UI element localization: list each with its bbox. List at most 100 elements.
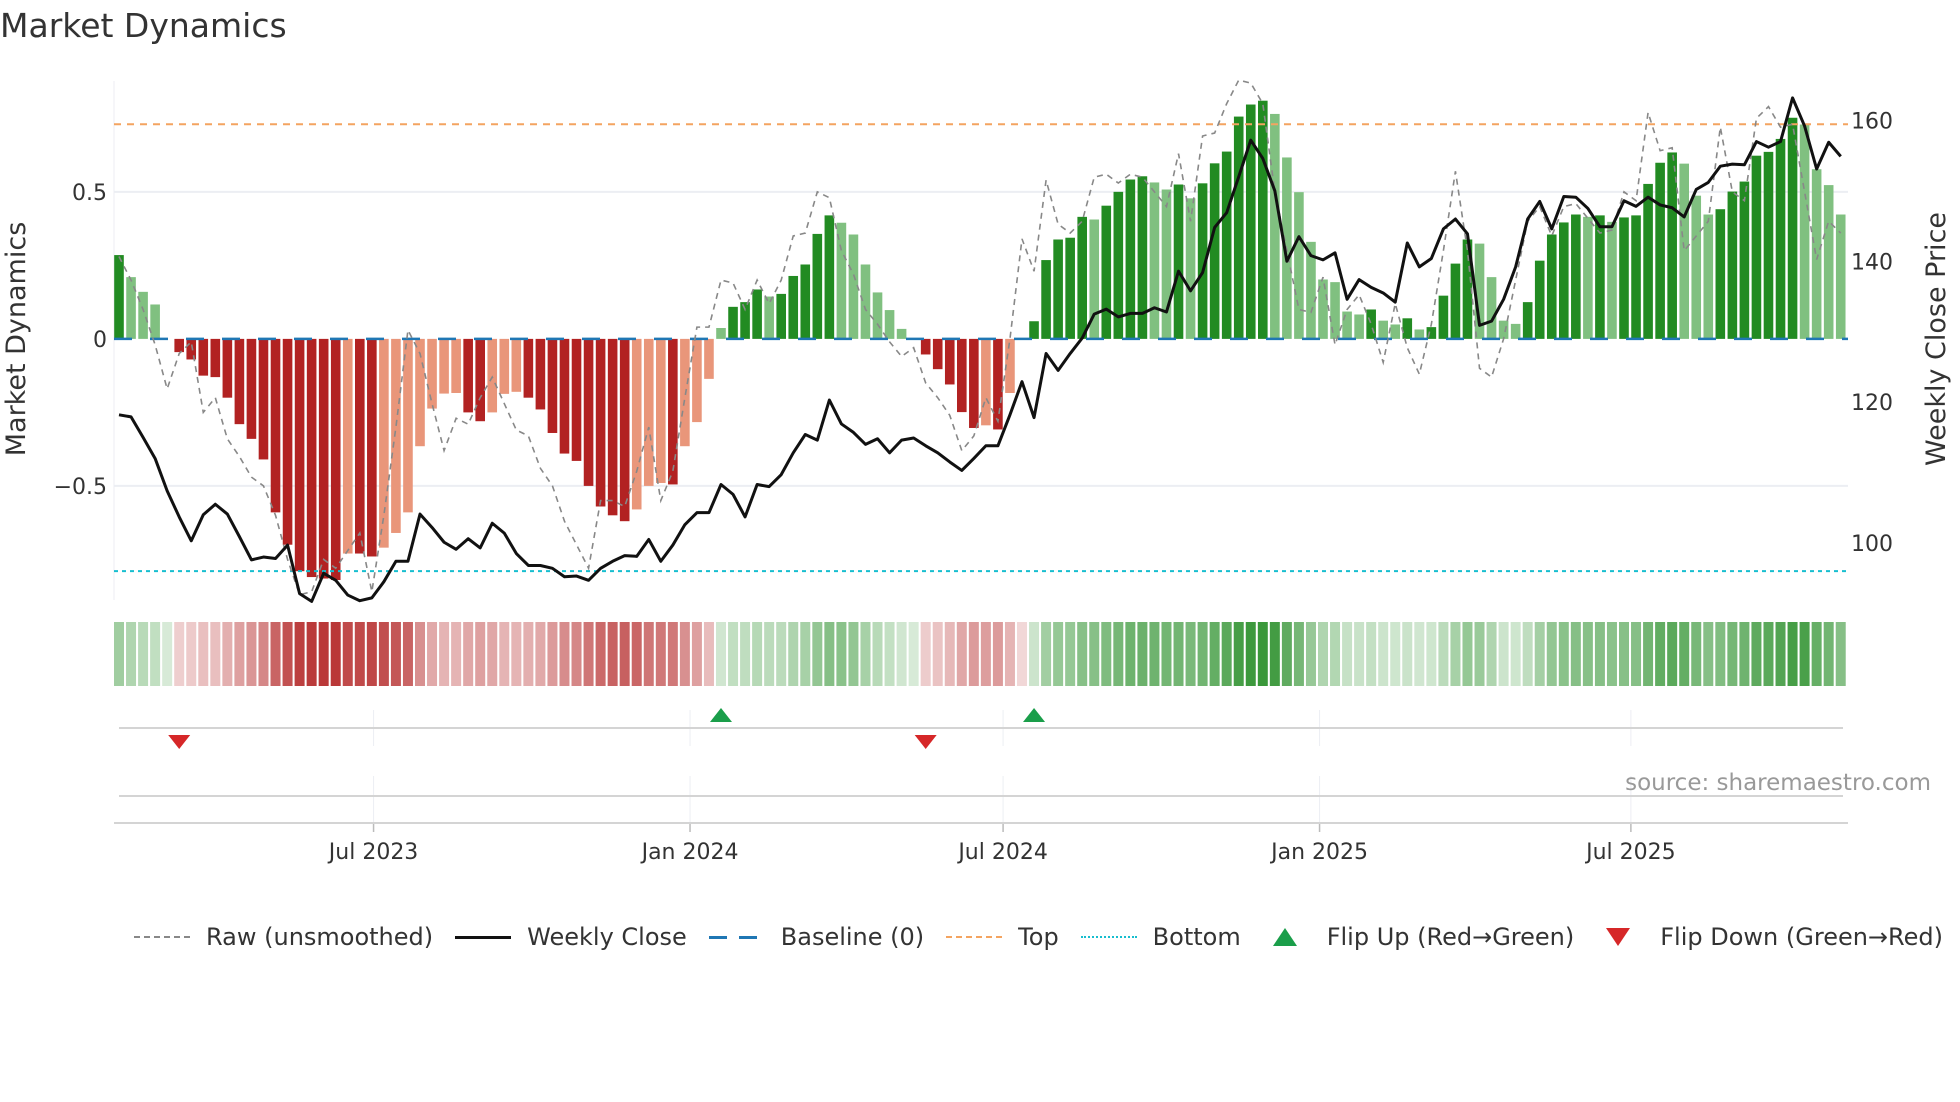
heat-strip-cell [1390, 622, 1401, 686]
dynamics-bar [114, 255, 124, 339]
heat-strip-cell [1233, 622, 1244, 686]
y2-axis-label: Weekly Close Price [1921, 212, 1952, 466]
heat-strip-cell [1570, 622, 1581, 686]
dynamics-bar [342, 338, 353, 554]
dynamics-bar [1546, 234, 1557, 339]
heat-strip-cell [571, 622, 582, 686]
heat-strip-cell [607, 622, 618, 686]
heat-strip-cell [1546, 622, 1557, 686]
dynamics-bar [1751, 155, 1762, 339]
x-tick-label: Jan 2025 [1269, 840, 1368, 865]
heat-strip-cell [1426, 622, 1437, 686]
heat-strip-cell [1498, 622, 1509, 686]
dynamics-bar [1149, 182, 1160, 339]
heat-strip-cell [1125, 622, 1136, 686]
heat-strip-cell [956, 622, 967, 686]
dynamics-bar [1787, 117, 1798, 339]
dynamics-bar [1065, 237, 1075, 339]
dynamics-bar [391, 338, 401, 533]
legend-flip-down[interactable]: Flip Down (Green→Red) [1596, 923, 1943, 951]
legend-baseline-label: Baseline (0) [780, 923, 925, 951]
dynamics-bar [944, 338, 955, 385]
dynamics-bar [1342, 311, 1352, 339]
heat-strip-cell [1582, 622, 1593, 686]
heat-strip-cell [643, 622, 654, 686]
heat-strip-cell [1017, 622, 1027, 686]
heat-strip-cell [1161, 622, 1172, 686]
triangle-down-icon [1606, 928, 1631, 946]
heat-strip-cell [1149, 622, 1160, 686]
heat-strip-cell [1137, 622, 1148, 686]
dynamics-bar [776, 293, 786, 339]
heat-strip-cell [1655, 622, 1666, 686]
heat-strip-cell [631, 622, 642, 686]
y-tick-label: 0.5 [72, 181, 107, 206]
heat-strip-cell [1173, 622, 1184, 686]
heat-strip-cell [1679, 622, 1690, 686]
heat-strip-cell [1727, 622, 1738, 686]
dynamics-bar [355, 338, 365, 554]
heat-strip-cell [1450, 622, 1461, 686]
heat-strip-cell [788, 622, 799, 686]
heat-strip-cell [884, 622, 895, 686]
y2-tick-label: 100 [1851, 532, 1893, 557]
flip-up-marker [1023, 708, 1046, 722]
dynamics-bar [1643, 183, 1653, 339]
legend-raw[interactable]: Raw (unsmoothed) [134, 923, 433, 951]
dynamics-bar [463, 338, 473, 413]
heat-strip-cell [1510, 622, 1521, 686]
dynamics-bar [1173, 184, 1184, 339]
dynamics-bar [836, 222, 847, 339]
heat-strip-cell [439, 622, 450, 686]
legend-top[interactable]: Top [946, 923, 1059, 951]
heat-strip-cell [451, 622, 462, 686]
heat-strip-cell [1522, 622, 1533, 686]
heat-strip-cell [1414, 622, 1425, 686]
dynamics-bar [499, 338, 510, 394]
heat-strip-cell [1823, 622, 1834, 686]
dynamics-bar [872, 292, 883, 339]
heat-strip-cell [1763, 622, 1774, 686]
heat-strip-cell [679, 622, 690, 686]
dynamics-bar [1631, 215, 1641, 339]
dynamics-bar [1691, 195, 1702, 339]
heat-strip-cell [1474, 622, 1485, 686]
dynamics-bar [631, 338, 642, 510]
heat-strip-cell [1558, 622, 1569, 686]
legend-baseline[interactable]: Baseline (0) [708, 923, 925, 951]
flip-down-marker [914, 735, 937, 749]
heat-strip-cell [776, 622, 787, 686]
dynamics-bar [1029, 321, 1039, 339]
heat-strip-cell [595, 622, 606, 686]
legend-close[interactable]: Weekly Close [455, 923, 687, 951]
legend-bottom-label: Bottom [1152, 923, 1241, 951]
heat-strip-cell [992, 622, 1003, 686]
top-line-swatch [946, 936, 1003, 938]
dynamics-bar [174, 338, 184, 353]
close-line-swatch [455, 935, 512, 939]
dynamics-bar [1655, 162, 1665, 339]
dynamics-bar [1077, 216, 1087, 339]
dynamics-bar [270, 338, 281, 513]
heat-strip-cell [968, 622, 979, 686]
legend-flip-up[interactable]: Flip Up (Red→Green) [1263, 923, 1574, 951]
legend-bottom[interactable]: Bottom [1080, 923, 1241, 951]
dynamics-bar [800, 264, 811, 339]
heat-strip-cell [282, 622, 293, 686]
heat-strip-cell [1305, 622, 1316, 686]
heat-strip-cell [270, 622, 281, 686]
heat-strip-cell [1185, 622, 1196, 686]
dynamics-bar [318, 338, 329, 579]
heat-strip-cell [1643, 622, 1654, 686]
heat-strip-cell [1534, 622, 1545, 686]
heat-strip-cell [1799, 622, 1810, 686]
dynamics-bar [1571, 214, 1581, 339]
dynamics-bar [535, 338, 546, 410]
heat-strip-cell [487, 622, 498, 686]
heat-strip-cell [342, 622, 353, 686]
dynamics-bar [1619, 217, 1629, 339]
dynamics-bar [1390, 324, 1401, 339]
dynamics-bar [523, 338, 534, 398]
dynamics-bar [619, 338, 630, 522]
dynamics-bar [1811, 169, 1822, 339]
